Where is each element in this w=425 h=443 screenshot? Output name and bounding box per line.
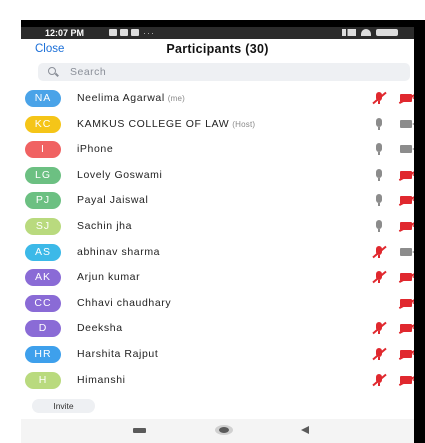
mic-icon	[373, 219, 385, 233]
avatar: NA	[25, 90, 61, 107]
participant-row[interactable]: CC Chhavi chaudhary	[21, 291, 414, 317]
participant-row[interactable]: IiPhone	[21, 137, 414, 163]
back-icon[interactable]	[301, 426, 309, 434]
participant-name-text: Chhavi chaudhary	[77, 296, 172, 309]
status-time: 12:07 PM	[45, 28, 85, 38]
participant-name-text: Arjun kumar	[77, 271, 141, 284]
recent-apps-icon[interactable]	[133, 428, 146, 433]
participant-name: Sachin jha	[77, 220, 132, 232]
participant-row[interactable]: SJ Sachin jha	[21, 214, 414, 240]
participant-row[interactable]: D Deeksha	[21, 316, 414, 342]
participant-name-text: abhinav sharma	[77, 245, 161, 258]
video-icon	[400, 119, 414, 129]
participant-row[interactable]: KC KAMKUS COLLEGE OF LAW (Host)	[21, 112, 414, 138]
home-icon[interactable]	[215, 425, 233, 435]
participant-name: Harshita Rajput	[77, 348, 158, 360]
participant-name: iPhone	[77, 143, 113, 155]
device-right-edge	[414, 20, 425, 443]
participant-name: Arjun kumar	[77, 271, 140, 283]
mic-icon	[373, 194, 385, 207]
search-icon	[48, 67, 56, 75]
participant-row[interactable]: NA Neelima Agarwal (me)	[21, 86, 414, 112]
avatar: SJ	[25, 217, 61, 235]
wifi-icon	[361, 29, 371, 36]
more-notifications-icon: ···	[143, 28, 155, 38]
android-nav-bar	[21, 419, 414, 443]
participant-name-text: Deeksha	[77, 322, 123, 335]
battery-icon	[376, 29, 398, 36]
participant-row[interactable]: PJ Payal Jaiswal	[21, 188, 414, 214]
avatar: HR	[25, 345, 61, 363]
participant-name-text: Harshita Rajput	[77, 347, 159, 360]
page-title: Participants (30)	[166, 42, 269, 56]
participant-name-text: Sachin jha	[77, 219, 133, 232]
avatar: AS	[25, 243, 61, 261]
video-off-icon	[398, 271, 414, 284]
participant-name-text: Payal Jaiswal	[77, 194, 149, 207]
invite-button[interactable]: Invite	[32, 399, 95, 413]
participant-row[interactable]: AS abhinav sharma	[21, 240, 414, 266]
phone-screen: 12:07 PM ··· Close Participants (30) NAN…	[21, 27, 414, 443]
status-bar: 12:07 PM ···	[21, 27, 414, 39]
participant-row[interactable]: H Himanshi	[21, 368, 414, 394]
participant-name: Chhavi chaudhary	[77, 297, 171, 309]
participants-list: NA Neelima Agarwal (me) KC KAMKUS COLLEGE OF…	[21, 86, 414, 393]
mic-icon	[373, 143, 385, 156]
participant-row[interactable]: HR Harshita Rajput	[21, 342, 414, 368]
signal-icon	[342, 29, 356, 36]
participant-role-tag: (me)	[167, 94, 186, 103]
avatar: LG	[25, 166, 61, 184]
participant-name: Payal Jaiswal	[77, 194, 148, 206]
participant-name-text: Himanshi	[77, 373, 126, 386]
video-icon	[400, 144, 414, 154]
video-off-icon	[398, 168, 414, 181]
mic-muted-icon	[372, 322, 387, 335]
participant-name: Lovely Goswami	[77, 169, 162, 181]
participant-name-text: Lovely Goswami	[77, 168, 163, 181]
search-bar[interactable]	[38, 63, 410, 81]
participant-name: Deeksha	[77, 322, 123, 334]
mic-muted-icon	[372, 245, 387, 259]
participant-row[interactable]: AK Arjun kumar	[21, 265, 414, 291]
participant-name: Neelima Agarwal (me)	[77, 92, 185, 104]
participant-name-text: iPhone	[77, 143, 114, 156]
mic-muted-icon	[372, 91, 387, 105]
mic-icon	[373, 117, 385, 131]
avatar: KC	[25, 115, 61, 133]
video-icon	[400, 247, 414, 257]
system-icons	[342, 29, 398, 36]
participant-name: KAMKUS COLLEGE OF LAW (Host)	[77, 118, 255, 130]
avatar: D	[25, 320, 61, 338]
video-off-icon	[398, 322, 414, 335]
notification-icons	[109, 29, 139, 36]
participant-row[interactable]: LG Lovely Goswami	[21, 163, 414, 189]
participants-header: Close Participants (30)	[21, 39, 414, 61]
avatar: AK	[25, 269, 61, 287]
mic-muted-icon	[372, 347, 387, 361]
notification-icon	[120, 29, 128, 36]
avatar: CC	[25, 294, 61, 312]
mic-icon	[373, 168, 385, 182]
video-off-icon	[398, 91, 414, 105]
notification-icon	[131, 29, 139, 36]
video-off-icon	[398, 219, 414, 233]
participant-name: Himanshi	[77, 374, 126, 386]
participant-name-text: Neelima Agarwal	[77, 92, 165, 104]
mic-muted-icon	[372, 270, 387, 284]
video-off-icon	[398, 373, 414, 386]
search-input[interactable]	[70, 64, 370, 80]
participant-name-text: KAMKUS COLLEGE OF LAW	[77, 117, 230, 130]
video-off-icon	[398, 194, 414, 207]
video-off-icon	[398, 347, 414, 360]
video-off-icon	[398, 296, 414, 309]
avatar: H	[25, 371, 61, 389]
participant-name: abhinav sharma	[77, 246, 160, 258]
avatar: PJ	[25, 192, 61, 210]
notification-icon	[109, 29, 117, 36]
mic-muted-icon	[372, 373, 387, 387]
participant-role-tag: (Host)	[232, 119, 256, 129]
avatar: I	[25, 141, 61, 159]
